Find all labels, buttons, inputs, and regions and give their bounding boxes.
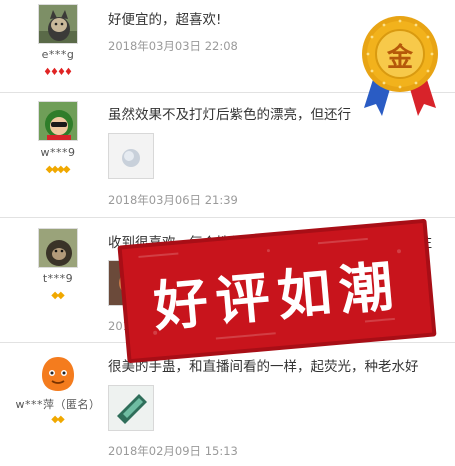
red-gem-icon: ♦ xyxy=(63,67,73,78)
review-item: w***萍（匿名） ◆◆ 很美的手蛊，和直播间看的一样，起荧光，种老水好 201… xyxy=(0,343,455,466)
user-avatar[interactable] xyxy=(38,101,78,141)
diamond-icon: ◆ xyxy=(57,290,65,301)
user-level-badges: ♦♦♦♦ xyxy=(0,68,116,78)
username: t***9 xyxy=(42,272,74,285)
gold-medal-badge: 金 xyxy=(354,12,446,122)
user-level-badges: ◆◆ xyxy=(0,415,116,425)
username: e***g xyxy=(41,48,75,61)
medal-character: 金 xyxy=(386,43,413,73)
user-avatar[interactable] xyxy=(38,4,78,44)
review-date: 2018年03月03日 22:08 xyxy=(108,39,238,53)
username: w***9 xyxy=(40,146,76,159)
user-avatar[interactable] xyxy=(38,228,78,268)
username: w***萍（匿名） xyxy=(15,398,101,411)
review-date: 2018年03月06日 21:39 xyxy=(108,193,238,207)
review-date: 2018年02月09日 15:13 xyxy=(108,444,238,458)
review-photo-thumbnail[interactable] xyxy=(108,385,154,431)
diamond-icon: ◆ xyxy=(62,164,71,175)
user-level-badges: ◆◆ xyxy=(0,291,116,301)
user-avatar[interactable] xyxy=(38,353,78,393)
review-text: 虽然效果不及打灯后紫色的漂亮，但还行 xyxy=(108,107,351,123)
user-level-badges: ◆◆◆◆ xyxy=(0,165,116,175)
diamond-icon: ◆ xyxy=(57,414,65,425)
review-photo-thumbnail[interactable] xyxy=(108,133,154,179)
